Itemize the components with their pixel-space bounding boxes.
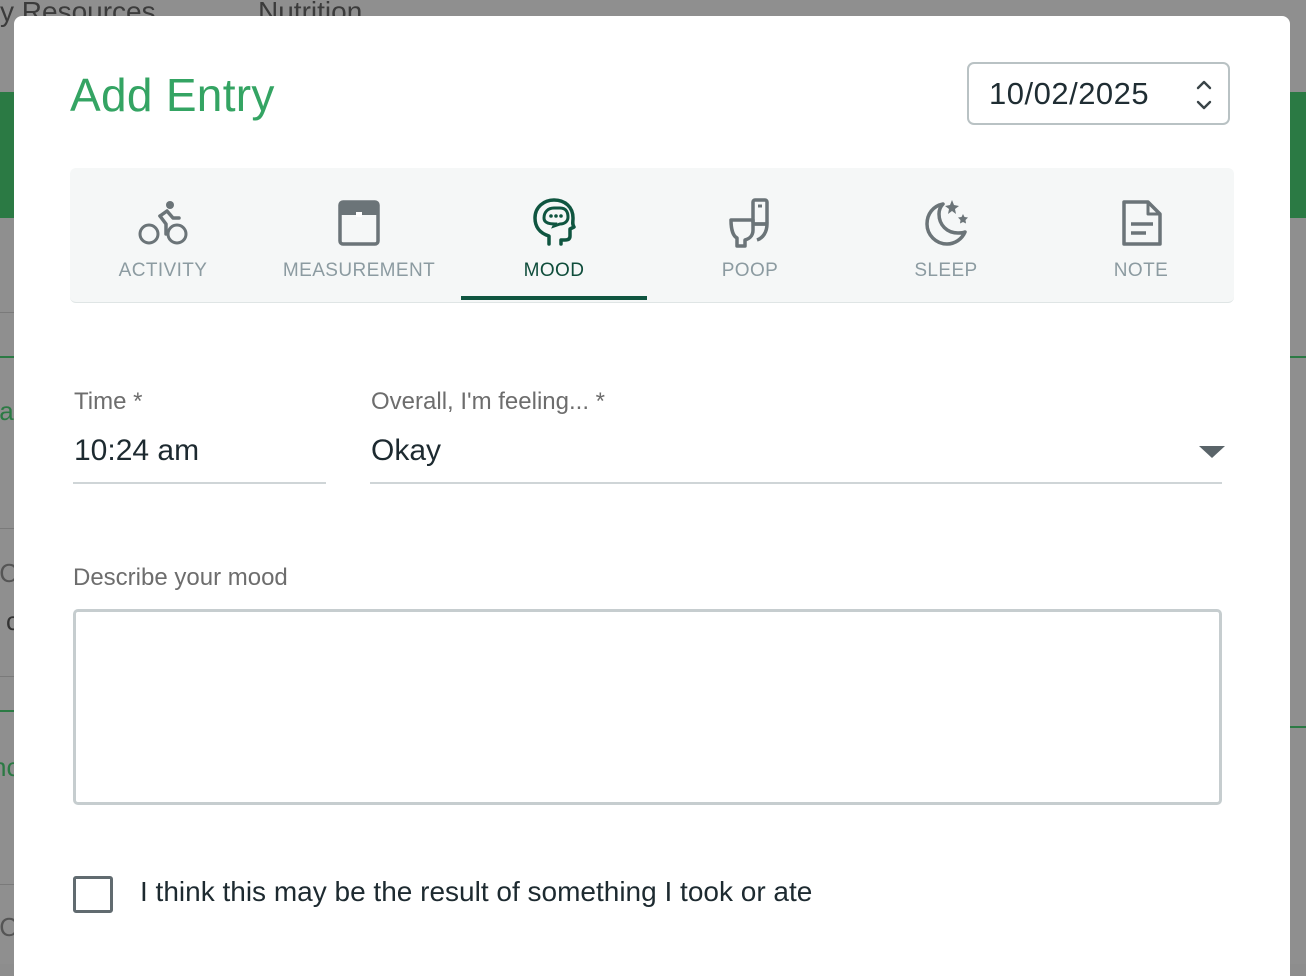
- tab-label: POOP: [721, 260, 779, 281]
- tab-label: ACTIVITY: [118, 260, 208, 281]
- entry-type-tabs: ACTIVITY MEASUREMENT MOOD POOP SLEEP NOT…: [70, 168, 1234, 303]
- tab-note[interactable]: NOTE: [1048, 168, 1234, 302]
- tab-label: MOOD: [523, 260, 585, 281]
- tab-sleep[interactable]: SLEEP: [853, 168, 1039, 302]
- date-spinner-icon[interactable]: [1194, 78, 1214, 112]
- date-input[interactable]: 10/02/2025: [967, 62, 1230, 125]
- date-value: 10/02/2025: [989, 75, 1150, 111]
- bg-divider: [0, 884, 14, 885]
- bg-edge-text: fa: [0, 396, 14, 426]
- toilet-icon: [729, 198, 769, 248]
- tab-label: NOTE: [1113, 260, 1169, 281]
- feeling-select[interactable]: Okay: [371, 434, 441, 468]
- bicycle-icon: [138, 201, 188, 245]
- dropdown-arrow-icon[interactable]: [1199, 446, 1225, 458]
- result-of-intake-checkbox[interactable]: [73, 876, 113, 913]
- tab-activity[interactable]: ACTIVITY: [70, 168, 256, 302]
- bg-divider: [0, 528, 14, 529]
- tab-measurement[interactable]: MEASUREMENT: [266, 168, 452, 302]
- moon-stars-icon: [925, 200, 968, 246]
- bg-green-line: [1290, 356, 1306, 358]
- bg-banner-right: [1290, 92, 1306, 218]
- add-entry-dialog: Add Entry 10/02/2025 ACTIVITY MEASUREMEN…: [14, 16, 1290, 976]
- tab-mood[interactable]: MOOD: [461, 168, 647, 302]
- bg-green-line: [1290, 726, 1306, 728]
- describe-mood-textarea[interactable]: [73, 609, 1222, 805]
- time-input[interactable]: 10:24 am: [74, 434, 199, 468]
- bg-green-line: [0, 356, 14, 358]
- dialog-title: Add Entry: [70, 69, 275, 121]
- describe-label: Describe your mood: [73, 564, 288, 591]
- bg-green-line: [0, 710, 14, 712]
- scale-icon: [338, 200, 380, 246]
- bg-divider: [0, 312, 14, 313]
- time-label: Time *: [74, 388, 143, 415]
- time-underline: [73, 482, 326, 484]
- note-icon: [1122, 200, 1162, 246]
- tab-label: SLEEP: [914, 260, 978, 281]
- bg-banner-left: [0, 92, 14, 218]
- tab-label: MEASUREMENT: [282, 260, 436, 281]
- feeling-underline: [370, 482, 1222, 484]
- active-tab-indicator: [461, 296, 647, 300]
- feeling-label: Overall, I'm feeling... *: [371, 388, 605, 415]
- tab-poop[interactable]: POOP: [657, 168, 843, 302]
- mood-head-icon: [533, 198, 576, 246]
- checkbox-label[interactable]: I think this may be the result of someth…: [140, 876, 812, 908]
- bg-divider: [0, 676, 14, 677]
